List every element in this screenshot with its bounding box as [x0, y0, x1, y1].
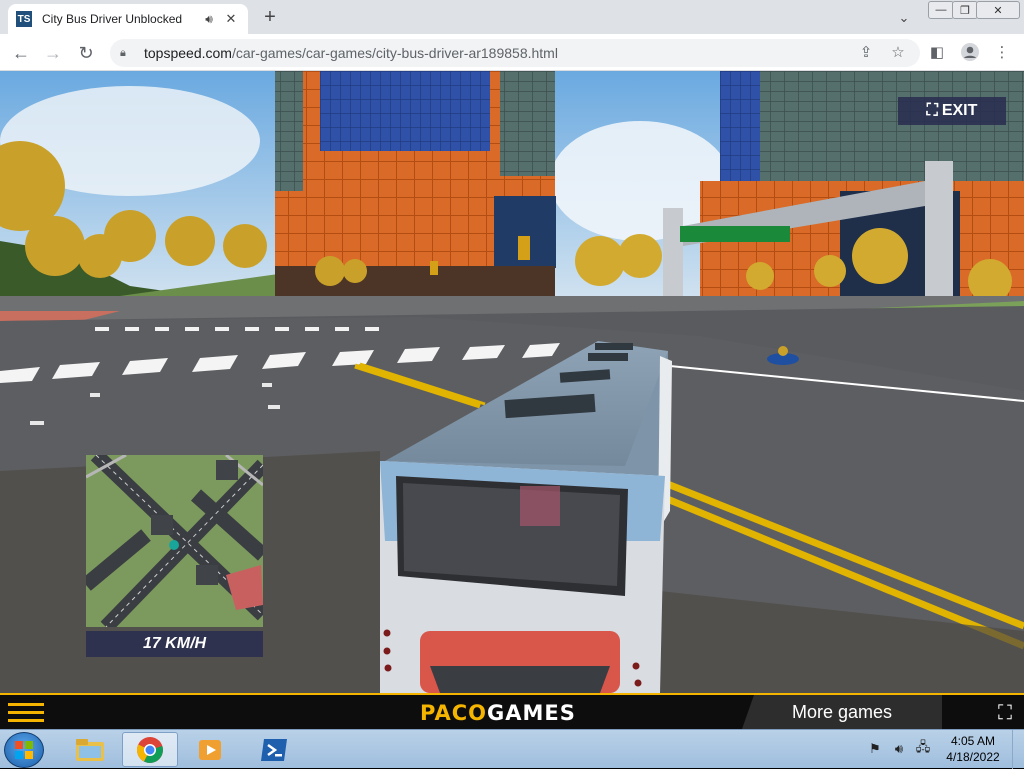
taskbar-clock[interactable]: 4:05 AM 4/18/2022 — [940, 733, 1006, 765]
folder-icon — [76, 738, 104, 761]
address-bar[interactable]: 🔒︎ topspeed.com/car-games/car-games/city… — [110, 39, 920, 67]
media-player-icon — [199, 739, 221, 760]
windows-logo-icon — [15, 741, 33, 759]
taskbar-powershell[interactable] — [246, 732, 302, 767]
network-icon[interactable]: 🖧 — [914, 739, 932, 758]
new-tab-button[interactable]: + — [258, 6, 282, 28]
taskbar-media-player[interactable] — [182, 732, 238, 767]
clock-date: 4/18/2022 — [946, 750, 1000, 764]
powershell-icon — [261, 738, 287, 761]
speaker-icon[interactable]: 🔊︎ — [200, 12, 218, 27]
window-close-button[interactable]: ✕ — [976, 1, 1020, 19]
minimap — [86, 455, 263, 627]
menu-kebab-icon[interactable]: ⋮ — [989, 39, 1015, 65]
profile-avatar-icon[interactable] — [957, 39, 983, 65]
volume-icon[interactable]: 🔊︎ — [890, 740, 908, 758]
site-favicon-icon: TS — [16, 11, 32, 27]
browser-toolbar: ← → ↻ 🔒︎ topspeed.com/car-games/car-game… — [0, 34, 1024, 71]
maximize-button[interactable]: ❐ — [952, 1, 978, 19]
player-marker-icon — [169, 540, 179, 550]
taskbar-explorer[interactable] — [62, 732, 118, 767]
hamburger-menu-icon[interactable] — [8, 703, 44, 723]
paco-games-bar: PACOGAMES More games ⛶ — [0, 693, 1024, 729]
game-canvas[interactable]: ⛶ EXIT 17 KM/H — [0, 71, 1024, 693]
url-text[interactable]: topspeed.com/car-games/car-games/city-bu… — [144, 45, 558, 61]
share-icon[interactable]: ⇪ — [853, 39, 879, 65]
exit-fullscreen-button[interactable]: ⛶ EXIT — [898, 97, 1006, 125]
chrome-icon — [136, 736, 163, 763]
windows-taskbar: ⚑ 🔊︎ 🖧 4:05 AM 4/18/2022 — [0, 729, 1024, 769]
bookmark-star-icon[interactable]: ☆ — [885, 39, 911, 65]
close-icon[interactable]: ✕ — [222, 11, 240, 27]
lock-icon[interactable]: 🔒︎ — [120, 47, 134, 60]
tab-search-chevron-icon[interactable]: ⌄ — [894, 8, 914, 28]
minimap-map — [86, 455, 263, 627]
action-center-flag-icon[interactable]: ⚑ — [866, 740, 884, 758]
minimize-button[interactable]: — — [928, 1, 954, 19]
side-panel-icon[interactable]: ◧ — [924, 39, 950, 65]
back-arrow-icon[interactable]: ← — [8, 40, 34, 66]
more-games-button[interactable]: More games — [742, 695, 942, 729]
taskbar-chrome[interactable] — [122, 732, 178, 767]
start-button[interactable] — [4, 732, 44, 768]
clock-time: 4:05 AM — [950, 734, 996, 748]
reload-icon[interactable]: ↻ — [73, 40, 99, 66]
show-desktop-button[interactable] — [1012, 730, 1024, 769]
speedometer-readout: 17 KM/H — [86, 631, 263, 657]
browser-tab-strip: TS City Bus Driver Unblocked 🔊︎ ✕ + ⌄ — … — [0, 0, 1024, 34]
exit-label: EXIT — [941, 102, 978, 119]
browser-tab[interactable]: TS City Bus Driver Unblocked 🔊︎ ✕ — [8, 4, 248, 34]
forward-arrow-icon[interactable]: → — [40, 40, 66, 66]
paco-games-logo[interactable]: PACOGAMES — [420, 701, 576, 725]
tab-title: City Bus Driver Unblocked — [42, 12, 183, 26]
expand-icon: ⛶ — [926, 102, 938, 119]
fullscreen-icon[interactable]: ⛶ — [992, 701, 1018, 725]
